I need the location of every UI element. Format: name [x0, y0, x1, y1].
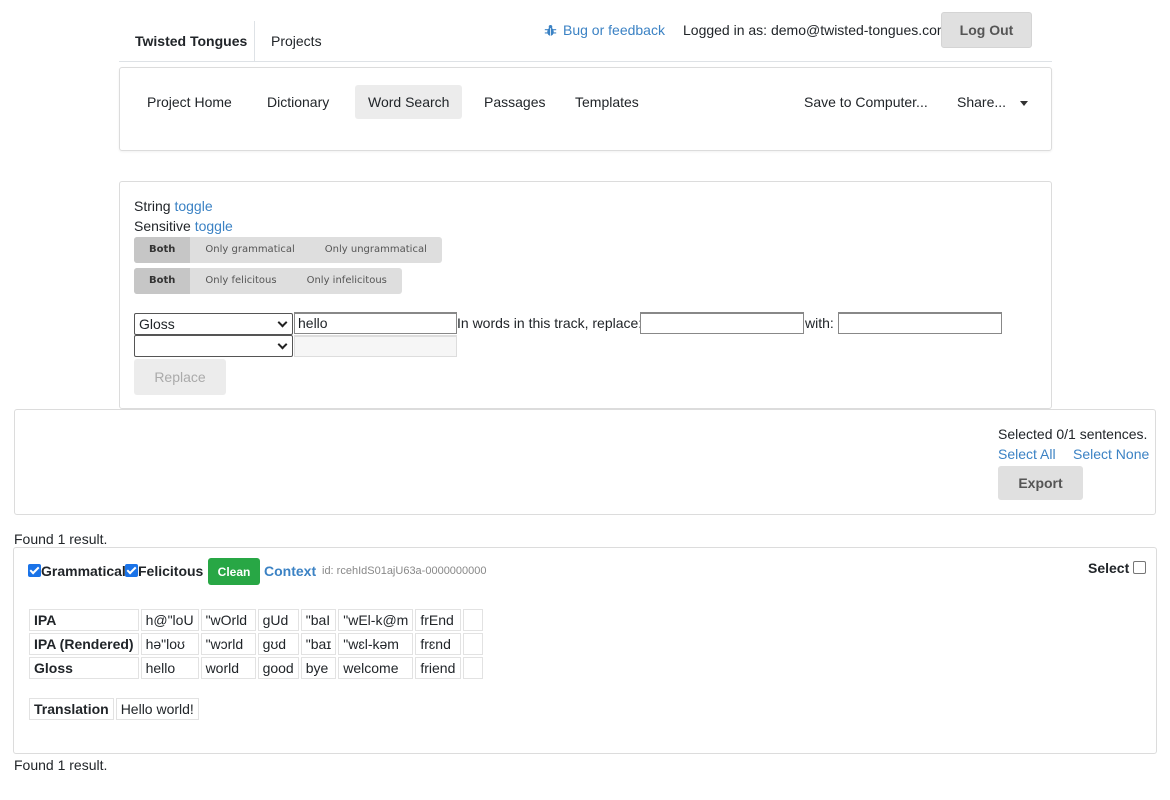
logged-in-text: Logged in as: demo@twisted-tongues.com — [683, 22, 949, 38]
string-option-row: String toggle — [134, 198, 213, 214]
brand-link[interactable]: Twisted Tongues — [135, 33, 247, 49]
word-cell[interactable] — [463, 657, 484, 679]
caret-down-icon — [1020, 100, 1029, 106]
clean-button[interactable]: Clean — [208, 558, 260, 585]
tab-templates[interactable]: Templates — [562, 85, 652, 119]
logout-button[interactable]: Log Out — [941, 12, 1032, 48]
felicitous-checkbox[interactable] — [125, 564, 138, 577]
only-grammatical-button[interactable]: Only grammatical — [190, 237, 309, 263]
word-cell[interactable]: good — [257, 657, 299, 679]
string-label: String — [134, 198, 171, 214]
select-label: Select — [1088, 560, 1130, 576]
context-link[interactable]: Context — [264, 563, 316, 579]
with-label: with: — [805, 315, 834, 331]
sentence-result-card: Grammatical Felicitous Clean Context id:… — [13, 547, 1157, 754]
tab-project-home[interactable]: Project Home — [134, 85, 245, 119]
word-cell[interactable]: welcome — [338, 657, 414, 679]
tab-passages[interactable]: Passages — [471, 85, 558, 119]
translation-row: Translation Hello world! — [29, 698, 199, 720]
row-label: Gloss — [29, 657, 139, 679]
search-term-input[interactable]: hello — [294, 312, 457, 334]
bug-icon — [544, 24, 557, 36]
second-track-select[interactable] — [134, 335, 293, 357]
replace-from-input[interactable] — [640, 312, 804, 334]
word-cell[interactable]: hello — [140, 657, 199, 679]
word-cell[interactable] — [463, 609, 484, 631]
felicitous-label: Felicitous — [138, 563, 204, 579]
interlinear-row: IPA h@"loU "wOrld gUd "baI "wEl-k@m frEnd — [29, 609, 484, 631]
projects-link[interactable]: Projects — [271, 33, 322, 49]
word-cell[interactable]: gʊd — [257, 633, 299, 655]
word-cell[interactable]: frEnd — [415, 609, 462, 631]
row-label: IPA (Rendered) — [29, 633, 139, 655]
sentence-id: id: rcehIdS01ajU63a-0000000000 — [322, 565, 487, 577]
word-cell[interactable]: friend — [415, 657, 462, 679]
grammatical-filter-group: Both Only grammatical Only ungrammatical — [134, 237, 442, 263]
replace-with-input[interactable] — [838, 312, 1002, 334]
replace-label: In words in this track, replace: — [457, 315, 643, 331]
word-cell[interactable]: bye — [300, 657, 337, 679]
save-to-computer-button[interactable]: Save to Computer... — [791, 85, 941, 119]
translation-table: Translation Hello world! — [27, 696, 201, 722]
word-cell[interactable]: hə"loʊ — [140, 633, 199, 655]
bug-feedback-link[interactable]: Bug or feedback — [544, 22, 665, 38]
translation-cell[interactable]: Hello world! — [115, 698, 199, 720]
chevron-down-icon — [277, 339, 288, 349]
search-panel: String toggle Sensitive toggle Both Only… — [119, 181, 1052, 409]
word-cell[interactable]: "baI — [300, 609, 337, 631]
only-felicitous-button[interactable]: Only felicitous — [190, 268, 291, 294]
grammatical-checkbox-row[interactable]: Grammatical — [28, 563, 126, 579]
chevron-down-icon — [277, 317, 288, 327]
export-button[interactable]: Export — [998, 466, 1083, 500]
grammatical-both-button[interactable]: Both — [134, 237, 191, 263]
selected-count: Selected 0/1 sentences. — [998, 426, 1148, 442]
second-search-input — [294, 335, 457, 357]
sensitive-toggle-link[interactable]: toggle — [195, 218, 233, 234]
only-ungrammatical-button[interactable]: Only ungrammatical — [310, 237, 442, 263]
word-cell[interactable]: "baɪ — [300, 633, 337, 655]
share-label: Share... — [957, 94, 1007, 110]
share-dropdown[interactable]: Share... — [944, 85, 1041, 119]
bug-feedback-label: Bug or feedback — [563, 22, 665, 38]
project-nav-panel: Project Home Dictionary Word Search Pass… — [119, 67, 1052, 151]
select-checkbox-row[interactable]: Select — [1088, 560, 1147, 576]
felicitous-checkbox-row[interactable]: Felicitous — [125, 563, 203, 579]
felicitous-both-button[interactable]: Both — [134, 268, 191, 294]
felicitous-filter-group: Both Only felicitous Only infelicitous — [134, 268, 402, 294]
word-cell[interactable]: "wɛl-kəm — [338, 633, 414, 655]
word-cell[interactable]: "wɔrld — [200, 633, 256, 655]
replace-button[interactable]: Replace — [134, 359, 226, 395]
found-count-bottom: Found 1 result. — [14, 757, 108, 773]
string-toggle-link[interactable]: toggle — [174, 198, 212, 214]
only-infelicitous-button[interactable]: Only infelicitous — [292, 268, 402, 294]
interlinear-table: IPA h@"loU "wOrld gUd "baI "wEl-k@m frEnd IPA (… — [27, 607, 485, 681]
word-cell[interactable]: frɛnd — [415, 633, 462, 655]
navbar-divider — [254, 21, 255, 61]
select-checkbox[interactable] — [1133, 561, 1147, 574]
track-select-value: Gloss — [139, 316, 175, 332]
sensitive-option-row: Sensitive toggle — [134, 218, 233, 234]
word-cell[interactable]: "wEl-k@m — [338, 609, 414, 631]
select-all-link[interactable]: Select All — [998, 446, 1056, 462]
word-cell[interactable]: "wOrld — [200, 609, 256, 631]
select-none-link[interactable]: Select None — [1073, 446, 1149, 462]
word-cell[interactable]: h@"loU — [140, 609, 199, 631]
grammatical-checkbox[interactable] — [28, 564, 41, 577]
selection-panel: Selected 0/1 sentences. Select All Selec… — [14, 409, 1156, 515]
word-cell[interactable]: world — [200, 657, 256, 679]
tab-word-search[interactable]: Word Search — [355, 85, 463, 119]
sensitive-label: Sensitive — [134, 218, 191, 234]
tab-dictionary[interactable]: Dictionary — [254, 85, 342, 119]
top-navbar: Twisted Tongues Projects Bug or feedback… — [119, 12, 1052, 62]
word-cell[interactable] — [463, 633, 484, 655]
word-cell[interactable]: gUd — [257, 609, 299, 631]
track-select[interactable]: Gloss — [134, 313, 293, 335]
translation-label: Translation — [29, 698, 114, 720]
row-label: IPA — [29, 609, 139, 631]
interlinear-row: IPA (Rendered) hə"loʊ "wɔrld gʊd "baɪ "wɛl-kə… — [29, 633, 484, 655]
found-count-top: Found 1 result. — [14, 531, 108, 547]
grammatical-label: Grammatical — [41, 563, 126, 579]
interlinear-row: Gloss hello world good bye welcome friend — [29, 657, 484, 679]
